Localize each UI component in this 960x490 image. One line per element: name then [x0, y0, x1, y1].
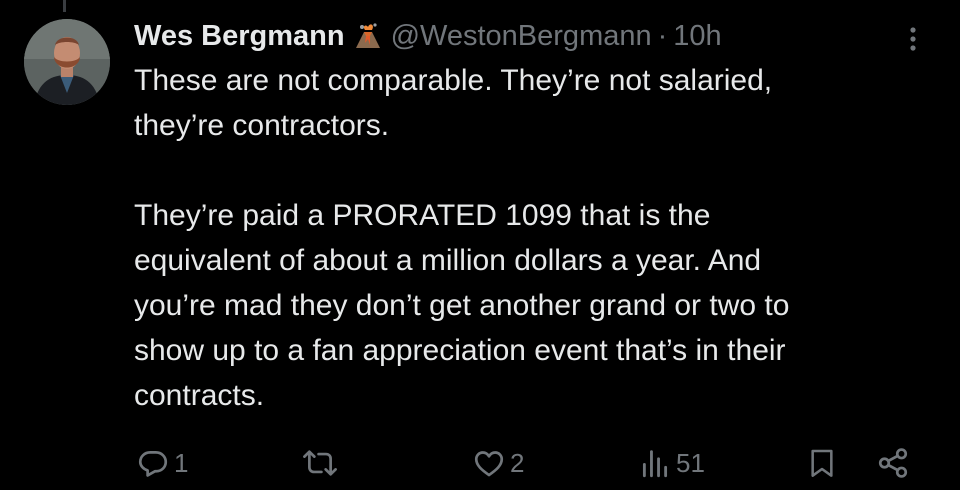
tweet-line: contracts.	[134, 379, 265, 412]
share-icon	[876, 446, 910, 480]
separator-dot: ·	[657, 19, 668, 52]
tweet-line: you’re mad they don’t get another grand …	[134, 289, 790, 322]
heart-icon	[472, 446, 506, 480]
tweet-line: They’re paid a PRORATED 1099 that is the	[134, 199, 711, 232]
reply-icon	[136, 446, 170, 480]
display-name[interactable]: Wes Bergmann	[134, 20, 345, 53]
tweet-paragraph: They’re paid a PRORATED 1099 that is the…	[134, 193, 934, 418]
user-handle[interactable]: @WestonBergmann	[391, 20, 652, 53]
tweet[interactable]: Wes Bergmann @WestonBergmann · 10h These…	[134, 14, 934, 418]
thread-connector-line	[63, 0, 66, 12]
bookmark-button[interactable]	[806, 443, 838, 483]
reply-count: 1	[174, 447, 189, 478]
retweet-icon	[302, 446, 338, 480]
reply-button[interactable]: 1	[136, 443, 188, 483]
share-button[interactable]	[876, 443, 910, 483]
views-button[interactable]: 51	[638, 443, 705, 483]
like-count: 2	[510, 447, 525, 478]
tweet-actions: 1 2 51	[136, 443, 926, 483]
volcano-icon	[353, 21, 383, 51]
like-button[interactable]: 2	[472, 443, 524, 483]
tweet-line: equivalent of about a million dollars a …	[134, 244, 762, 277]
views-chart-icon	[638, 446, 672, 480]
tweet-line: These are not comparable. They’re not sa…	[134, 64, 773, 97]
bookmark-icon	[806, 446, 838, 480]
tweet-line: they’re contractors.	[134, 109, 390, 142]
retweet-button[interactable]	[302, 443, 342, 483]
avatar[interactable]	[24, 19, 110, 105]
timestamp[interactable]: 10h	[673, 20, 721, 53]
more-options-icon[interactable]	[898, 26, 928, 52]
tweet-text: These are not comparable. They’re not sa…	[134, 58, 934, 418]
tweet-header: Wes Bergmann @WestonBergmann · 10h	[134, 14, 934, 58]
tweet-paragraph: These are not comparable. They’re not sa…	[134, 58, 934, 148]
views-count: 51	[676, 447, 705, 478]
tweet-line: show up to a fan appreciation event that…	[134, 334, 786, 367]
